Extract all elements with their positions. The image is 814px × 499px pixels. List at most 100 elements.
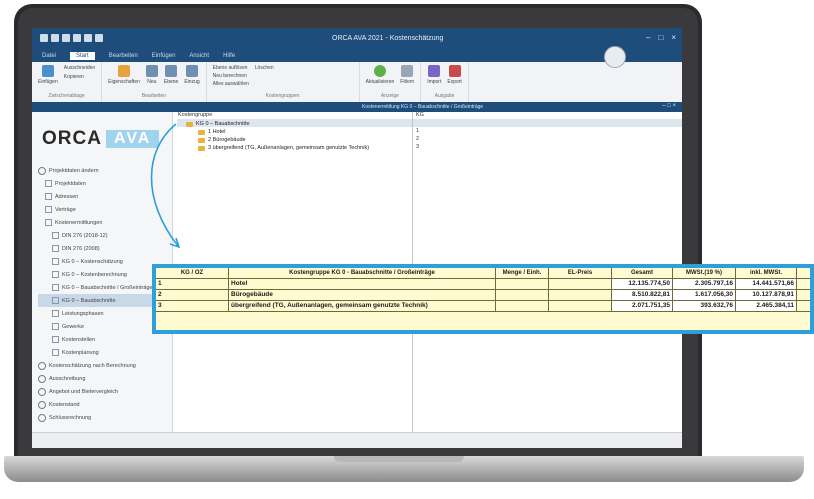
- copy-button[interactable]: Kopieren: [64, 74, 95, 80]
- tree-node[interactable]: KG 0 – Bauabschnitte: [178, 120, 408, 128]
- delete-button[interactable]: Löschen: [255, 65, 274, 71]
- app-title: ORCA AVA 2021 - Kostenschätzung: [332, 35, 444, 42]
- quick-access-toolbar[interactable]: [40, 34, 103, 42]
- save-icon[interactable]: [40, 34, 48, 42]
- cut-button[interactable]: Ausschneiden: [64, 65, 95, 71]
- header-gesamt[interactable]: Gesamt: [612, 268, 673, 278]
- ribbon-group-label: Kostengruppen: [265, 93, 300, 99]
- app-window: ORCA AVA 2021 - Kostenschätzung – □ × Da…: [32, 28, 682, 448]
- level-button[interactable]: Ebene: [164, 65, 178, 85]
- page-icon: [52, 297, 59, 304]
- tab-einfuegen[interactable]: Einfügen: [152, 53, 176, 59]
- title-bar: ORCA AVA 2021 - Kostenschätzung – □ ×: [32, 28, 682, 50]
- cell-name: Hotel: [229, 279, 496, 289]
- maximize-button[interactable]: □: [658, 33, 663, 42]
- sidebar-item[interactable]: KG 0 – Kostenschätzung: [38, 255, 168, 268]
- sidebar-item[interactable]: DIN 276 (2018-12): [38, 229, 168, 242]
- tree-node[interactable]: 1 Hotel: [178, 128, 408, 136]
- indent-button[interactable]: Einzug: [184, 65, 200, 85]
- page-icon: [52, 310, 59, 317]
- select-all-button[interactable]: Alles auswählen: [213, 81, 249, 87]
- document-window-controls[interactable]: – □ ×: [662, 103, 676, 109]
- sidebar-item[interactable]: Adressen: [38, 190, 168, 203]
- new-button[interactable]: Neu: [145, 65, 158, 85]
- ribbon: Einfügen Ausschneiden Kopieren Zwischena…: [32, 62, 682, 103]
- paste-button[interactable]: Einfügen: [38, 65, 58, 85]
- sidebar-item[interactable]: Kostenermittlungen: [38, 216, 168, 229]
- export-button[interactable]: Export: [447, 65, 462, 85]
- section-icon: [38, 374, 46, 383]
- import-button[interactable]: Import: [427, 65, 441, 85]
- tab-hilfe[interactable]: Hilfe: [223, 53, 235, 59]
- sidebar-item-label: DIN 276 (2018-12): [62, 232, 108, 239]
- header-kg[interactable]: KG / OZ: [156, 268, 229, 278]
- close-button[interactable]: ×: [671, 33, 676, 42]
- cell-inkl: 2.465.384,11: [736, 301, 797, 311]
- window-controls: – □ ×: [646, 33, 676, 42]
- header-mwst[interactable]: MWSt.(19 %): [673, 268, 736, 278]
- sidebar-item-label: Kostenstellen: [62, 336, 96, 343]
- sidebar-item[interactable]: Verträge: [38, 203, 168, 216]
- sidebar-item[interactable]: Projektdaten: [38, 177, 168, 190]
- user-avatar[interactable]: [604, 46, 626, 68]
- sidebar-item[interactable]: Projektdaten ändern: [38, 164, 168, 177]
- sidebar-item[interactable]: Kostenschätzung nach Berechnung: [38, 359, 168, 372]
- header-kostengruppe[interactable]: Kostengruppe KG 0 - Bauabschnitte / Groß…: [229, 268, 496, 278]
- table-row[interactable]: 2 Bürogebäude 8.510.822,81 1.617.056,30 10.1…: [156, 290, 810, 301]
- redo-icon[interactable]: [62, 34, 70, 42]
- header-ep[interactable]: EL-Preis: [549, 268, 612, 278]
- tree-node[interactable]: 3 übergreifend (TG, Außenanlagen, gemein…: [178, 144, 408, 152]
- header-menge[interactable]: Menge / Einh.: [496, 268, 549, 278]
- sidebar-item[interactable]: KG 0 – Bauabschnitte: [38, 294, 168, 307]
- cell-name: Bürogebäude: [229, 290, 496, 300]
- cell-mwst: 393.632,76: [673, 301, 736, 311]
- cell-kg: 3: [156, 301, 229, 311]
- sidebar-item[interactable]: KG 0 – Kostenberechnung: [38, 268, 168, 281]
- cell-name: übergreifend (TG, Außenanlagen, gemeinsa…: [229, 301, 496, 311]
- sidebar-item[interactable]: KG 0 – Bauabschnitte / Großeinträge: [38, 281, 168, 294]
- ribbon-group-clipboard: Einfügen Ausschneiden Kopieren Zwischena…: [32, 62, 103, 102]
- dissolve-level-button[interactable]: Ebene auflösen: [213, 65, 249, 71]
- table-row[interactable]: 3 übergreifend (TG, Außenanlagen, gemeins…: [156, 301, 810, 312]
- page-icon: [52, 323, 59, 330]
- customize-icon[interactable]: [95, 34, 103, 42]
- open-icon[interactable]: [84, 34, 92, 42]
- tree-node[interactable]: 2 Bürogebäude: [178, 136, 408, 144]
- undo-icon[interactable]: [51, 34, 59, 42]
- folder-icon: [186, 121, 193, 127]
- photo-credit: [2, 175, 12, 475]
- sidebar-item[interactable]: Kostenplanung: [38, 346, 168, 359]
- table-header-row: KG / OZ Kostengruppe KG 0 - Bauabschnitt…: [156, 268, 810, 279]
- sidebar-item[interactable]: Kostenstellen: [38, 333, 168, 346]
- indent-icon: [185, 65, 198, 77]
- cell-kg: 1: [156, 279, 229, 289]
- refresh-button[interactable]: Aktualisieren: [366, 65, 394, 85]
- print-icon[interactable]: [73, 34, 81, 42]
- sidebar-item-label: KG 0 – Kostenschätzung: [62, 258, 123, 265]
- laptop-base: [4, 456, 804, 482]
- sidebar-item[interactable]: Gewerke: [38, 320, 168, 333]
- paste-icon: [41, 65, 54, 77]
- page-icon: [45, 180, 52, 187]
- page-icon: [52, 258, 59, 265]
- sidebar-item[interactable]: DIN 276 (2008): [38, 242, 168, 255]
- ribbon-group-label: Bearbeiten: [141, 93, 166, 99]
- sidebar-item[interactable]: Angebot und Bietervergleich: [38, 385, 168, 398]
- tab-datei[interactable]: Datei: [42, 53, 56, 59]
- level-icon: [165, 65, 178, 77]
- tab-bearbeiten[interactable]: Bearbeiten: [109, 53, 138, 59]
- ribbon-group-output: Import Export Ausgabe: [421, 62, 469, 102]
- recalculate-button[interactable]: Neu berechnen: [213, 73, 249, 79]
- filter-button[interactable]: Filtern: [400, 65, 414, 85]
- sidebar-item[interactable]: Schlussrechnung: [38, 411, 168, 424]
- minimize-button[interactable]: –: [646, 33, 650, 42]
- header-inkl[interactable]: inkl. MWSt.: [736, 268, 797, 278]
- properties-button[interactable]: Eigenschaften: [108, 65, 140, 85]
- sidebar-item[interactable]: Ausschreibung: [38, 372, 168, 385]
- sidebar-item[interactable]: Leistungsphasen: [38, 307, 168, 320]
- sidebar-item-label: Leistungsphasen: [62, 310, 104, 317]
- tab-ansicht[interactable]: Ansicht: [189, 53, 209, 59]
- tab-start[interactable]: Start: [70, 52, 95, 60]
- table-row[interactable]: 1 Hotel 12.135.774,50 2.305.797,16 14.441.57…: [156, 279, 810, 290]
- sidebar-item[interactable]: Kostenstand: [38, 398, 168, 411]
